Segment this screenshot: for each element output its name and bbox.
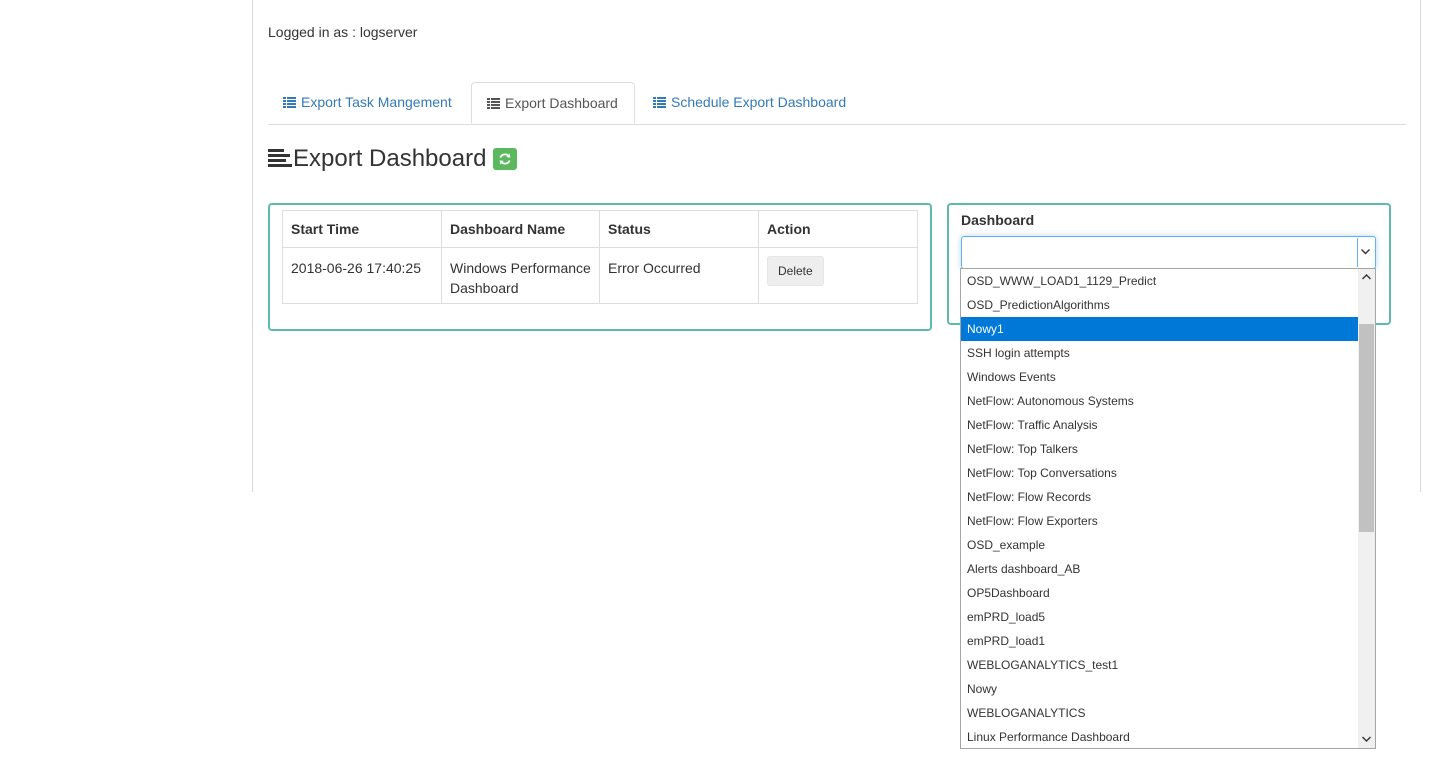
dropdown-option[interactable]: OSD_example — [961, 533, 1359, 557]
content-border-right — [1420, 0, 1421, 492]
delete-button[interactable]: Delete — [767, 256, 824, 286]
refresh-icon — [499, 153, 511, 165]
dropdown-option[interactable]: Alerts dashboard_AB — [961, 557, 1359, 581]
list-icon — [653, 97, 666, 108]
chevron-down-icon — [1362, 736, 1371, 742]
dropdown-option[interactable]: NetFlow: Top Conversations — [961, 461, 1359, 485]
dropdown-option[interactable]: SSH login attempts — [961, 341, 1359, 365]
dashboard-label: Dashboard — [961, 212, 1035, 228]
dropdown-option[interactable]: NetFlow: Autonomous Systems — [961, 389, 1359, 413]
list-icon — [283, 97, 296, 108]
dropdown-option[interactable]: Nowy — [961, 677, 1359, 701]
cell-start-time: 2018-06-26 17:40:25 — [282, 247, 442, 304]
dashboard-name-line: Dashboard — [450, 280, 519, 296]
dashboard-name-line: Windows Performance — [450, 260, 591, 276]
column-header-dashboard-name: Dashboard Name — [441, 210, 600, 248]
tab-export-dashboard[interactable]: Export Dashboard — [471, 82, 635, 124]
tab-schedule-export-dashboard[interactable]: Schedule Export Dashboard — [638, 82, 861, 123]
dropdown-option[interactable]: emPRD_load5 — [961, 605, 1359, 629]
scrollbar[interactable] — [1358, 269, 1375, 748]
scrollbar-thumb[interactable] — [1359, 324, 1374, 532]
refresh-button[interactable] — [493, 148, 518, 170]
column-header-action: Action — [758, 210, 918, 248]
page-title-text: Export Dashboard — [293, 145, 487, 172]
table-header-row: Start Time Dashboard Name Status Action — [282, 210, 918, 248]
chevron-down-icon — [1361, 249, 1370, 255]
dropdown-option[interactable]: OP5Dashboard — [961, 581, 1359, 605]
dropdown-option[interactable]: Linux Performance Dashboard — [961, 725, 1359, 748]
dropdown-option[interactable]: OSD_WWW_LOAD1_1129_Predict — [961, 269, 1359, 293]
page-title: Export Dashboard — [268, 145, 518, 173]
dropdown-option[interactable]: WEBLOGANALYTICS — [961, 701, 1359, 725]
dropdown-option[interactable]: Nowy1 — [961, 317, 1359, 341]
table-row: 2018-06-26 17:40:25 Windows Performance … — [282, 247, 918, 304]
tab-label: Schedule Export Dashboard — [671, 94, 847, 110]
dropdown-option[interactable]: NetFlow: Traffic Analysis — [961, 413, 1359, 437]
cell-status: Error Occurred — [599, 247, 759, 304]
scroll-down-button[interactable] — [1358, 731, 1375, 748]
scroll-up-button[interactable] — [1358, 269, 1375, 286]
export-tasks-table: Start Time Dashboard Name Status Action … — [282, 210, 918, 304]
dashboard-options-list[interactable]: Linux Performance Dashboard WEBLOGANALYTI… — [960, 268, 1376, 749]
dropdown-option[interactable]: WEBLOGANALYTICS_test1 — [961, 653, 1359, 677]
tab-export-task-management[interactable]: Export Task Mangement — [268, 82, 467, 123]
dropdown-toggle[interactable] — [1357, 238, 1374, 267]
dropdown-option[interactable]: NetFlow: Flow Exporters — [961, 509, 1359, 533]
dropdown-option[interactable]: NetFlow: Flow Records — [961, 485, 1359, 509]
cell-action: Delete — [758, 247, 918, 304]
column-header-start-time: Start Time — [282, 210, 442, 248]
tab-label: Export Task Mangement — [301, 94, 452, 110]
logged-in-label: Logged in as : logserver — [268, 24, 418, 40]
dropdown-option[interactable]: Windows Events — [961, 365, 1359, 389]
tab-bar: Export Task Mangement Export Dashboard S… — [268, 82, 1406, 125]
dropdown-option[interactable]: OSD_PredictionAlgorithms — [961, 293, 1359, 317]
chevron-up-icon — [1362, 274, 1371, 280]
align-left-icon — [268, 148, 292, 170]
column-header-status: Status — [599, 210, 759, 248]
content-border-left — [252, 0, 253, 492]
dropdown-option[interactable]: emPRD_load1 — [961, 629, 1359, 653]
dashboard-select[interactable] — [961, 236, 1376, 269]
tab-label: Export Dashboard — [505, 95, 618, 111]
list-icon — [487, 98, 500, 109]
cell-dashboard-name: Windows Performance Dashboard — [441, 247, 600, 304]
dropdown-option[interactable]: NetFlow: Top Talkers — [961, 437, 1359, 461]
